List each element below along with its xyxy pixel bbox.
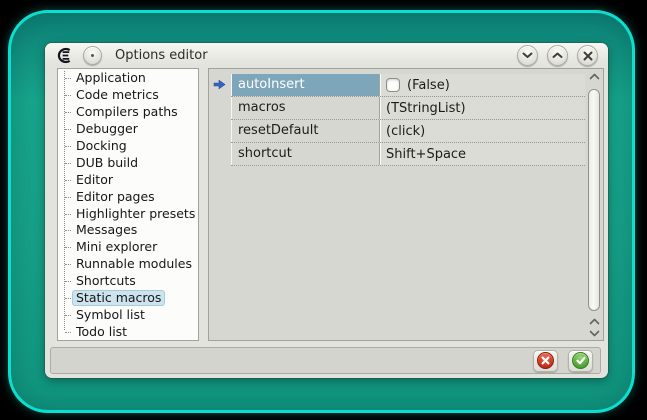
property-value: Shift+Space <box>386 147 466 162</box>
chevron-up-icon <box>589 73 600 80</box>
category-todo-list[interactable]: Todo list <box>58 323 198 340</box>
accept-button[interactable] <box>568 350 593 372</box>
category-docking[interactable]: Docking <box>58 138 198 155</box>
category-runnable-modules[interactable]: Runnable modules <box>58 256 198 273</box>
chevron-down-icon <box>522 52 533 59</box>
window-frame: Options editor <box>8 10 635 413</box>
cancel-button[interactable] <box>533 350 558 372</box>
category-highlighter-presets[interactable]: Highlighter presets <box>58 205 198 222</box>
menu-dot-icon <box>91 54 94 57</box>
category-dub-build[interactable]: DUB build <box>58 154 198 171</box>
property-name: autoInsert <box>231 74 379 96</box>
titlebar[interactable]: Options editor <box>45 43 608 68</box>
property-name: macros <box>231 97 379 119</box>
coedit-logo-icon <box>55 47 74 64</box>
accept-check-icon <box>572 352 589 369</box>
close-button[interactable] <box>577 45 598 66</box>
chevron-up-icon <box>589 318 600 325</box>
selected-row-arrow-icon <box>213 79 226 90</box>
property-grid: autoInsert (False) macros (TStringList) … <box>208 68 604 341</box>
minimize-button[interactable] <box>517 45 538 66</box>
category-tree: Application Code metrics Compilers paths… <box>58 69 198 340</box>
options-editor-dialog: Options editor <box>45 43 608 378</box>
property-value-cell[interactable]: (False) <box>379 74 585 96</box>
window-title: Options editor <box>115 48 208 63</box>
scrollbar-thumb[interactable] <box>588 89 600 311</box>
property-value: (click) <box>386 124 425 139</box>
category-application[interactable]: Application <box>58 70 198 87</box>
scroll-up-button-secondary[interactable] <box>585 318 603 325</box>
property-name: shortcut <box>231 143 379 165</box>
chevron-down-icon <box>589 330 600 337</box>
category-messages[interactable]: Messages <box>58 222 198 239</box>
category-debugger[interactable]: Debugger <box>58 121 198 138</box>
scroll-up-button[interactable] <box>585 73 603 80</box>
window-menu-button[interactable] <box>83 46 102 65</box>
cancel-x-icon <box>537 352 554 369</box>
property-name: resetDefault <box>231 120 379 142</box>
scroll-down-button[interactable] <box>585 330 603 337</box>
property-value: (TStringList) <box>386 101 466 116</box>
category-editor-pages[interactable]: Editor pages <box>58 188 198 205</box>
property-rows: autoInsert (False) macros (TStringList) … <box>231 69 585 166</box>
property-value-cell[interactable]: (click) <box>379 120 585 142</box>
property-row-shortcut[interactable]: shortcut Shift+Space <box>231 143 585 166</box>
property-row-autoinsert[interactable]: autoInsert (False) <box>231 74 585 97</box>
chevron-up-icon <box>552 52 563 59</box>
property-value-cell[interactable]: Shift+Space <box>379 143 585 165</box>
property-value-cell[interactable]: (TStringList) <box>379 97 585 119</box>
autoinsert-checkbox[interactable] <box>386 78 400 92</box>
category-shortcuts[interactable]: Shortcuts <box>58 273 198 290</box>
property-value: (False) <box>407 78 450 93</box>
maximize-button[interactable] <box>547 45 568 66</box>
property-row-macros[interactable]: macros (TStringList) <box>231 97 585 120</box>
grid-scrollbar[interactable] <box>585 69 603 340</box>
category-code-metrics[interactable]: Code metrics <box>58 87 198 104</box>
property-row-resetdefault[interactable]: resetDefault (click) <box>231 120 585 143</box>
bottom-button-bar <box>50 347 601 374</box>
category-symbol-list[interactable]: Symbol list <box>58 306 198 323</box>
category-compilers-paths[interactable]: Compilers paths <box>58 104 198 121</box>
close-icon <box>583 51 593 61</box>
category-static-macros[interactable]: Static macros <box>58 290 198 307</box>
category-editor[interactable]: Editor <box>58 171 198 188</box>
window-controls <box>517 45 598 66</box>
category-list: Application Code metrics Compilers paths… <box>57 68 199 341</box>
category-mini-explorer[interactable]: Mini explorer <box>58 239 198 256</box>
